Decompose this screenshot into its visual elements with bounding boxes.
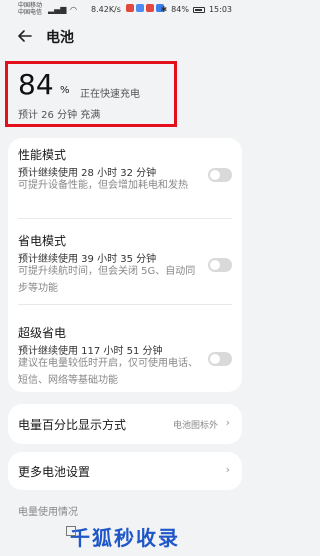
notification-app-icon (146, 4, 154, 12)
mode-title: 省电模式 (18, 234, 67, 248)
mode-title: 超级省电 (18, 326, 67, 340)
more-settings-card[interactable]: 更多电池设置 › (8, 452, 242, 490)
watermark: 千狐秒收录 (0, 516, 250, 556)
back-arrow-icon[interactable] (16, 27, 34, 45)
carrier-names: 中国移动 中国电信 (18, 2, 42, 16)
performance-mode-toggle[interactable] (208, 168, 232, 182)
performance-mode-row[interactable]: 性能模式 预计继续使用 28 小时 32 分钟 可提升设备性能，但会增加耗电和发… (8, 138, 242, 218)
power-saving-mode-row[interactable]: 省电模式 预计继续使用 39 小时 35 分钟 可提升续航时间，但会关闭 5G、… (8, 224, 242, 304)
chevron-right-icon: › (225, 416, 230, 429)
home-icon (66, 526, 76, 536)
mode-description: 可提升续航时间，但会关闭 5G、自动同步等功能 (18, 266, 196, 294)
super-power-saving-row[interactable]: 超级省电 预计继续使用 117 小时 51 分钟 建议在电量较低时开启，仅可使用… (8, 310, 242, 390)
status-bar: 中国移动 中国电信 ▂▄▆ ◠ 8.42K/s ✱ 84% 15:03 (0, 0, 250, 20)
more-settings-label: 更多电池设置 (18, 465, 91, 479)
bluetooth-icon: ✱ (160, 5, 168, 14)
divider (18, 218, 232, 219)
power-saving-mode-toggle[interactable] (208, 258, 232, 272)
mode-title: 性能模式 (18, 148, 67, 162)
charge-time-estimate: 预计 26 分钟 充满 (18, 110, 101, 121)
mode-description: 可提升设备性能，但会增加耗电和发热 (18, 180, 188, 191)
battery-level-unit: % (60, 85, 70, 96)
divider (18, 304, 232, 305)
clock: 15:03 (208, 5, 232, 14)
power-modes-card: 性能模式 预计继续使用 28 小时 32 分钟 可提升设备性能，但会增加耗电和发… (8, 138, 242, 392)
mode-description: 建议在电量较低时开启，仅可使用电话、短信、网络等基础功能 (18, 358, 198, 386)
percent-display-label: 电量百分比显示方式 (18, 418, 127, 432)
page-title: 电池 (46, 30, 74, 46)
charging-status: 正在快速充电 (80, 89, 140, 100)
carrier-2: 中国电信 (18, 9, 43, 16)
watermark-text: 千狐秒收录 (70, 525, 180, 550)
app-header: 电池 (0, 22, 250, 52)
battery-level-value: 84 (18, 68, 54, 101)
percent-display-card[interactable]: 电量百分比显示方式 电池图标外 › (8, 404, 242, 444)
super-power-saving-toggle[interactable] (208, 352, 232, 366)
battery-level-panel: 84 % 正在快速充电 预计 26 分钟 充满 (5, 61, 177, 127)
notification-app-icon (136, 4, 144, 12)
chevron-right-icon: › (225, 463, 230, 476)
battery-percent: 84% (171, 5, 189, 14)
carrier-1: 中国移动 (18, 2, 43, 9)
percent-display-value: 电池图标外 (172, 421, 218, 431)
notification-icons (126, 4, 164, 12)
network-speed: 8.42K/s (91, 5, 121, 14)
signal-icon: ▂▄▆ (48, 5, 67, 14)
wifi-icon: ◠ (70, 5, 77, 14)
battery-icon (192, 6, 205, 13)
notification-app-icon (126, 4, 134, 12)
